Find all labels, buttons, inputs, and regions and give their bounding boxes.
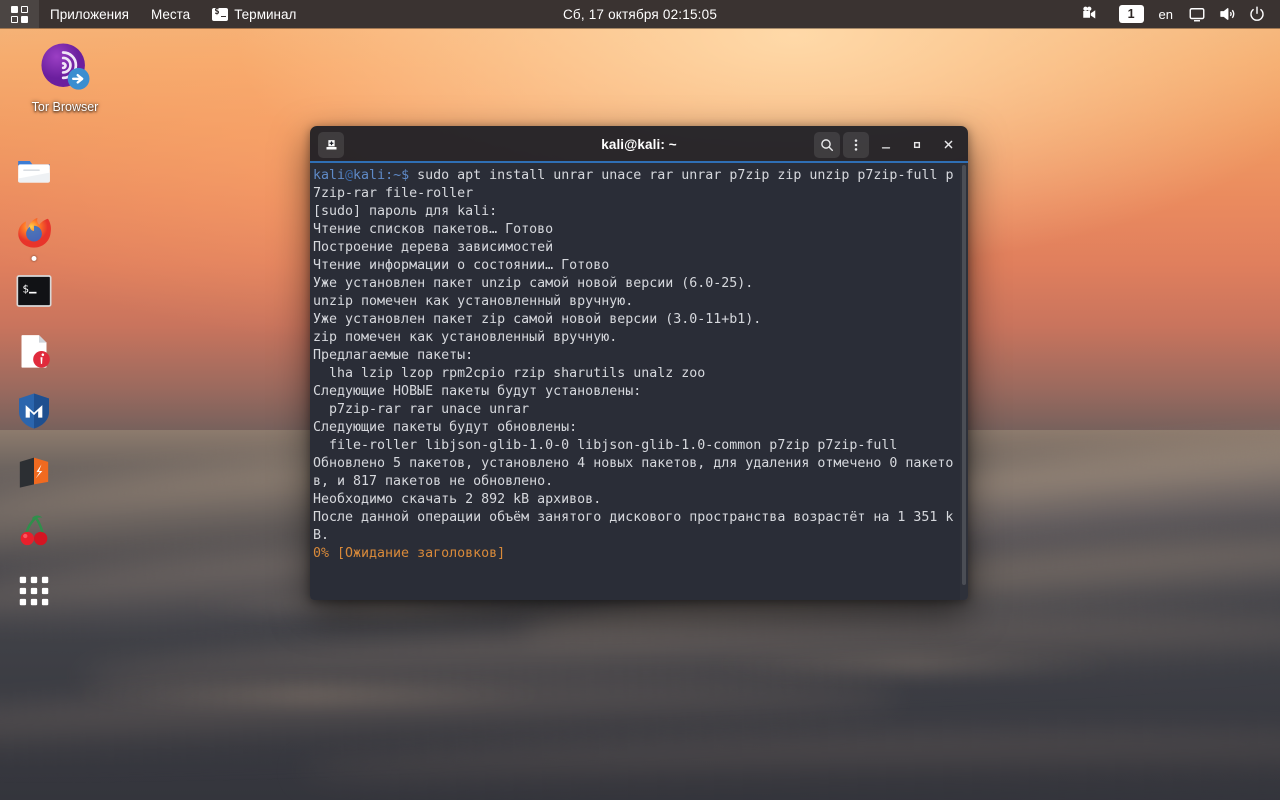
clock[interactable]: Сб, 17 октября 02:15:05 (563, 7, 717, 22)
terminal-line: После данной операции объём занятого дис… (313, 510, 954, 525)
power-icon[interactable] (1242, 5, 1272, 23)
menu-button[interactable] (843, 131, 869, 158)
display-icon[interactable] (1182, 5, 1212, 23)
dock-item-text-editor[interactable] (11, 328, 57, 374)
terminal-progress-line: 0% [Ожидание заголовков] (313, 546, 506, 561)
terminal-line: в, и 817 пакетов не обновлено. (313, 474, 554, 489)
scrollbar-thumb[interactable] (962, 165, 966, 585)
workspace-indicator[interactable]: 1 (1118, 5, 1144, 23)
terminal-line: Уже установлен пакет zip самой новой вер… (313, 312, 762, 327)
dock-item-metasploit[interactable] (11, 388, 57, 434)
new-tab-button[interactable] (318, 131, 344, 158)
apps-grid-icon (19, 576, 49, 606)
burpsuite-icon (19, 457, 49, 488)
maximize-button[interactable] (903, 132, 931, 158)
terminal-line: zip помечен как установленный вручную. (313, 330, 618, 345)
screencast-icon[interactable] (1075, 5, 1105, 23)
search-button[interactable] (814, 131, 840, 158)
terminal-line: [sudo] пароль для kali: (313, 204, 498, 219)
terminal-line: file-roller libjson-glib-1.0-0 libjson-g… (313, 438, 898, 453)
terminal-line: Предлагаемые пакеты: (313, 348, 474, 363)
terminal-line: Чтение информации о состоянии… Готово (313, 258, 610, 273)
cherrytree-icon (20, 515, 48, 546)
activities-button[interactable] (0, 0, 39, 28)
firefox-icon (18, 217, 51, 248)
wallpaper-glint (700, 660, 1130, 668)
minimize-icon (881, 146, 891, 149)
minimize-button[interactable] (872, 132, 900, 158)
terminal-line: 7zip-rar file-roller (313, 186, 474, 201)
top-panel: Приложения Места Терминал Сб, 17 октября… (0, 0, 1280, 28)
search-icon (821, 138, 834, 151)
folder-icon (18, 161, 50, 183)
svg-text:$: $ (22, 283, 29, 296)
dock-item-terminal[interactable]: $ (11, 268, 57, 314)
keyboard-layout-indicator[interactable]: en (1150, 7, 1182, 22)
terminal-content[interactable]: kali@kali:~$ sudo apt install unrar unac… (310, 163, 968, 600)
terminal-icon (212, 7, 229, 21)
maximize-icon (913, 141, 921, 148)
terminal-title: kali@kali: ~ (601, 137, 677, 152)
close-button[interactable] (934, 132, 962, 158)
close-icon (944, 140, 952, 149)
terminal-line: B. (313, 528, 330, 543)
terminal-line: Необходимо скачать 2 892 kB архивов. (313, 492, 602, 507)
terminal-window[interactable]: kali@kali: ~ kali@kali:~$ sudo apt insta… (310, 126, 968, 600)
window-title-terminal-label: Терминал (234, 6, 297, 22)
window-title-terminal[interactable]: Терминал (201, 0, 307, 28)
terminal-line: Чтение списков пакетов… Готово (313, 222, 554, 237)
terminal-titlebar[interactable]: kali@kali: ~ (310, 126, 968, 163)
terminal-line: unzip помечен как установленный вручную. (313, 294, 634, 309)
dock-item-firefox[interactable] (11, 208, 57, 261)
dock-item-burpsuite[interactable] (11, 448, 57, 494)
dock-item-files[interactable] (11, 148, 57, 194)
text-editor-icon (21, 335, 50, 368)
terminal-scrollbar[interactable] (960, 163, 968, 600)
add-tab-icon (326, 140, 336, 150)
menu-places-label: Места (150, 6, 191, 22)
metasploit-icon (19, 393, 49, 429)
grid-icon (11, 5, 28, 23)
wallpaper-glint (60, 690, 560, 699)
volume-icon[interactable] (1212, 5, 1242, 23)
favorites-dock: $ (0, 28, 68, 800)
terminal-line: Обновлено 5 пакетов, установлено 4 новых… (313, 456, 954, 471)
menu-applications-label: Приложения (50, 6, 129, 22)
terminal-icon: $ (16, 275, 52, 307)
terminal-line: Построение дерева зависимостей (313, 240, 554, 255)
terminal-line: Следующие пакеты будут обновлены: (313, 420, 578, 435)
terminal-line: Следующие НОВЫЕ пакеты будут установлены… (313, 384, 642, 399)
dock-item-show-apps[interactable] (11, 568, 57, 614)
terminal-prompt-line: kali@kali:~$ sudo apt install unrar unac… (313, 168, 954, 183)
terminal-output: kali@kali:~$ sudo apt install unrar unac… (310, 163, 968, 563)
terminal-line: p7zip-rar rar unace unrar (313, 402, 530, 417)
menu-places[interactable]: Места (140, 0, 201, 28)
terminal-line: lha lzip lzop rpm2cpio rzip sharutils un… (313, 366, 706, 381)
running-indicator (31, 256, 37, 261)
dock-item-cherrytree[interactable] (11, 508, 57, 554)
menu-applications[interactable]: Приложения (39, 0, 140, 28)
wallpaper-glint (180, 600, 600, 610)
menu-icon (854, 138, 858, 151)
terminal-line: Уже установлен пакет unzip самой новой в… (313, 276, 754, 291)
